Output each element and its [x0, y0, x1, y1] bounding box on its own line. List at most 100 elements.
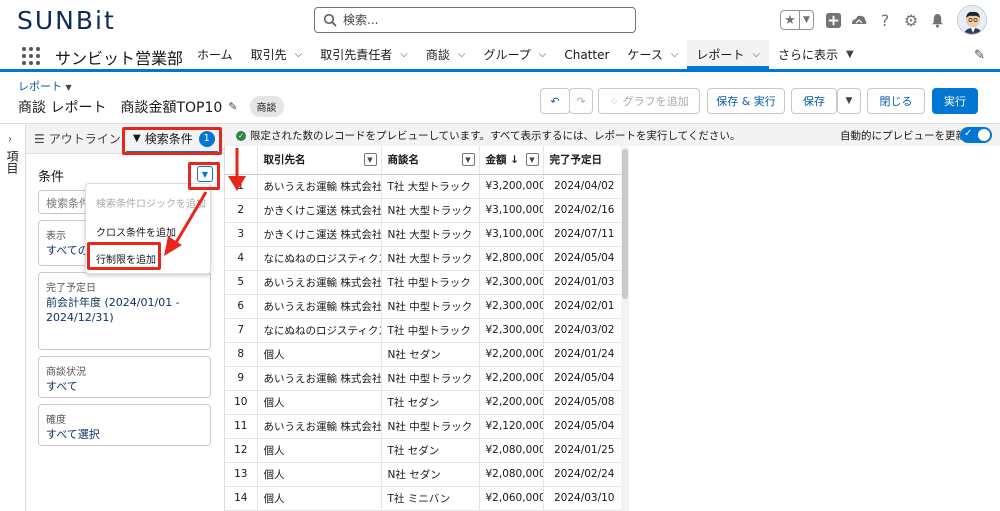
row-number: 2	[225, 198, 258, 223]
row-number: 8	[225, 342, 258, 367]
cell-account: 個人	[257, 342, 382, 367]
report-preview-table: 取引先名 ▼ 商談名 ▼ 金額 ↓ ▼ 完了予定日 1 あいうえお運輸 株式会社 T社 大…	[224, 146, 630, 511]
filter-probability[interactable]: 確度 すべて選択	[38, 404, 211, 446]
cell-opportunity: N社 中型トラック	[381, 414, 480, 439]
undo-icon: ↶	[550, 94, 560, 108]
tab-outline[interactable]: ☰ アウトライン	[34, 130, 121, 147]
nav-tab-contacts[interactable]: 取引先責任者 ⌵	[311, 40, 417, 69]
nav-tab-label: グループ	[483, 48, 531, 62]
user-avatar[interactable]	[957, 5, 987, 35]
help-icon[interactable]: ?	[874, 9, 896, 31]
nav-tab-chatter[interactable]: Chatter	[555, 40, 618, 69]
column-header-account[interactable]: 取引先名 ▼	[257, 146, 382, 175]
redo-button[interactable]: ↷	[569, 88, 593, 114]
run-label: 実行	[944, 95, 966, 108]
chevron-down-icon[interactable]: ▼	[799, 11, 813, 29]
tab-outline-label: アウトライン	[48, 132, 121, 146]
run-button[interactable]: 実行	[932, 88, 978, 114]
chevron-down-icon[interactable]: ⌵	[752, 49, 760, 60]
close-label: 閉じる	[879, 95, 913, 108]
nav-tab-groups[interactable]: グループ ⌵	[474, 40, 555, 69]
table-row[interactable]: 4 なにぬねのロジスティクス N社 大型トラック ¥2,800,000 2024/05/…	[225, 246, 622, 271]
nav-tab-home[interactable]: ホーム	[188, 40, 242, 69]
table-row[interactable]: 10 個人 T社 セダン ¥2,200,000 2024/05/08	[225, 390, 622, 415]
pencil-icon[interactable]: ✎	[228, 100, 237, 113]
table-row[interactable]: 8 個人 N社 セダン ¥2,200,000 2024/01/24	[225, 342, 622, 367]
annotation-arrow-down	[228, 148, 246, 191]
table-row[interactable]: 6 あいうえお運輸 株式会社 N社 中型トラック ¥2,300,000 2024/02/…	[225, 294, 622, 319]
table-row[interactable]: 9 あいうえお運輸 株式会社 N社 中型トラック ¥2,200,000 2024/05/…	[225, 366, 622, 391]
save-button[interactable]: 保存	[791, 88, 837, 114]
nav-tab-more[interactable]: さらに表示 ▼	[769, 40, 863, 69]
caret-down-icon[interactable]: ▼	[461, 153, 475, 166]
table-row[interactable]: 12 個人 T社 セダン ¥2,080,000 2024/01/25	[225, 438, 622, 463]
check-icon: ✓	[236, 130, 246, 141]
chevron-right-icon[interactable]: ›	[8, 134, 12, 145]
scrollbar-thumb[interactable]	[622, 149, 628, 299]
app-navigation: サンビット営業部 ホーム 取引先 ⌵ 取引先責任者 ⌵ 商談 ⌵ グループ ⌵ Chat…	[0, 40, 1000, 72]
trailhead-icon[interactable]	[848, 9, 870, 31]
filter-close-date[interactable]: 完了予定日 前会計年度 (2024/01/01 - 2024/12/31)	[38, 272, 211, 350]
favorites-control[interactable]: ★ ▼	[780, 10, 814, 30]
chevron-down-icon[interactable]: ⌵	[295, 49, 303, 60]
star-icon[interactable]: ★	[781, 11, 799, 29]
table-row[interactable]: 2 かきくけこ運送 株式会社 N社 大型トラック ¥3,100,000 2024/02/…	[225, 198, 622, 223]
chevron-down-icon[interactable]: ⌵	[671, 49, 679, 60]
table-row[interactable]: 5 あいうえお運輸 株式会社 T社 中型トラック ¥2,300,000 2024/01/…	[225, 270, 622, 295]
filter-value: すべて	[46, 380, 78, 393]
app-launcher-icon[interactable]	[22, 47, 40, 65]
table-row[interactable]: 14 個人 T社 ミニバン ¥2,060,000 2024/03/10	[225, 486, 622, 511]
caret-down-icon[interactable]: ▼	[66, 83, 72, 92]
column-header-close-date[interactable]: 完了予定日	[543, 146, 622, 175]
table-row[interactable]: 7 なにぬねのロジスティクス T社 中型トラック ¥2,300,000 2024/03/…	[225, 318, 622, 343]
close-button[interactable]: 閉じる	[867, 88, 925, 114]
cell-amount: ¥2,200,000	[479, 366, 544, 391]
nav-tab-reports[interactable]: レポート ⌵	[687, 40, 770, 69]
filter-opportunity-status[interactable]: 商談状況 すべて	[38, 356, 211, 398]
column-header-amount[interactable]: 金額 ↓ ▼	[479, 146, 544, 175]
cell-close-date: 2024/02/24	[543, 462, 622, 487]
global-search[interactable]	[314, 7, 636, 33]
nav-tabs: ホーム 取引先 ⌵ 取引先責任者 ⌵ 商談 ⌵ グループ ⌵ Chatter ケース ⌵ …	[188, 40, 863, 69]
caret-down-icon[interactable]: ▼	[525, 153, 539, 166]
cell-account: なにぬねのロジスティクス	[257, 318, 382, 343]
filter-label: 商談状況	[46, 367, 86, 378]
auto-preview-toggle[interactable]: ✓	[960, 127, 992, 143]
row-number: 12	[225, 438, 258, 463]
report-title: 商談 レポート 商談金額TOP10 ✎ 商談	[18, 96, 284, 117]
global-header: SUNBit ★ ▼ ? ⚙	[0, 0, 1000, 40]
chevron-down-icon[interactable]: ⌵	[539, 49, 547, 60]
nav-tab-cases[interactable]: ケース ⌵	[618, 40, 687, 69]
add-chart-button[interactable]: ⁘ グラフを追加	[598, 88, 700, 114]
save-menu-button[interactable]: ▼	[837, 88, 861, 114]
cell-close-date: 2024/01/25	[543, 438, 622, 463]
table-row[interactable]: 13 個人 N社 セダン ¥2,080,000 2024/02/24	[225, 462, 622, 487]
nav-tab-opportunities[interactable]: 商談 ⌵	[417, 40, 475, 69]
bell-icon[interactable]	[926, 9, 948, 31]
add-icon[interactable]	[822, 9, 844, 31]
report-type-label[interactable]: レポート ▼	[18, 78, 72, 94]
table-scrollbar[interactable]	[621, 147, 629, 511]
table-row[interactable]: 3 かきくけこ運送 株式会社 N社 大型トラック ¥3,100,000 2024/07/…	[225, 222, 622, 247]
preview-bar: ✓ 限定された数のレコードをプレビューしています。すべて表示するには、レポートを…	[224, 124, 1000, 146]
gear-icon[interactable]: ⚙	[900, 9, 922, 31]
search-input[interactable]	[343, 13, 623, 27]
caret-down-icon[interactable]: ▼	[846, 49, 854, 60]
report-type-text: レポート	[18, 80, 62, 93]
edit-nav-icon[interactable]: ✎	[974, 48, 985, 63]
cell-account: 個人	[257, 462, 382, 487]
report-header: レポート ▼ 商談 レポート 商談金額TOP10 ✎ 商談 ↶ ↷ ⁘ グラフを追…	[0, 72, 1000, 124]
filter-value: 前会計年度 (2024/01/01 - 2024/12/31)	[46, 296, 180, 324]
column-header-opportunity[interactable]: 商談名 ▼	[381, 146, 480, 175]
table-row[interactable]: 1 あいうえお運輸 株式会社 T社 大型トラック ¥3,200,000 2024/04/…	[225, 174, 622, 199]
table-row[interactable]: 11 あいうえお運輸 株式会社 N社 中型トラック ¥2,120,000 2024/05…	[225, 414, 622, 439]
save-run-button[interactable]: 保存 & 実行	[707, 88, 785, 114]
row-number: 3	[225, 222, 258, 247]
chevron-down-icon[interactable]: ⌵	[400, 49, 408, 60]
chevron-down-icon[interactable]: ⌵	[458, 49, 466, 60]
caret-down-icon[interactable]: ▼	[363, 153, 377, 166]
undo-button[interactable]: ↶	[540, 88, 570, 114]
fields-panel-collapsed[interactable]: › 項目	[0, 124, 26, 511]
nav-tab-label: レポート	[696, 48, 745, 62]
nav-tab-accounts[interactable]: 取引先 ⌵	[242, 40, 312, 69]
